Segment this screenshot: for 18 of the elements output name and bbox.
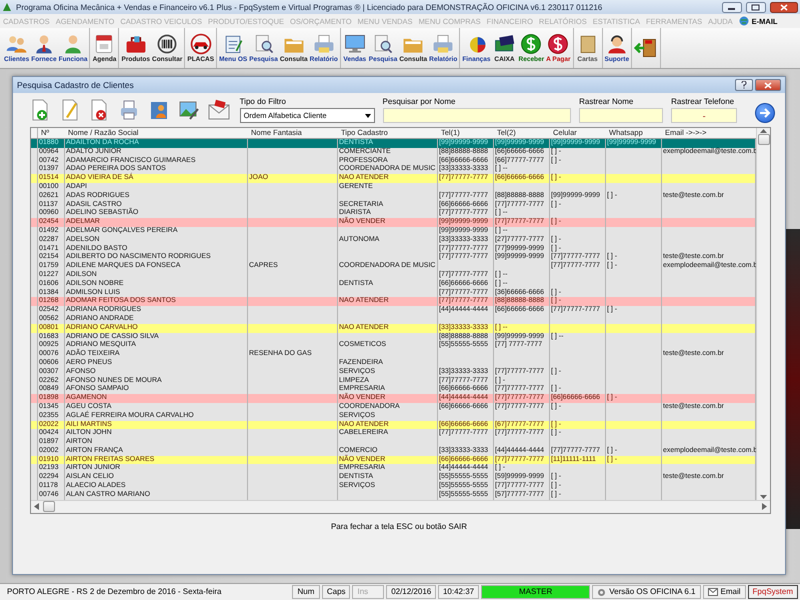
status-text: PORTO ALEGRE - RS 2 de Dezembro de 2016 - Sexta-feira [6,586,222,598]
status-text: Caps [322,585,350,599]
field-label: Rastrear Telefone [671,97,736,106]
status-text: FpqSystem [748,585,798,599]
status-text: Ins [352,585,384,599]
hint-text: Para fechar a tela ESC ou botão SAIR [330,522,468,531]
track-phone-field[interactable]: - [671,108,738,123]
window-title: Programa Oficina Mecânica + Vendas e Financeiro v6.1 Plus - FpqSystem e Virtual Programas ® | Licenciado para DEMONSTRAÇÃO OFICINA v6.1 230117 011216 [16,2,604,12]
field-label: Rastrear Nome [579,97,634,106]
field-label: Pesquisar por Nome [382,97,456,106]
status-text: Versão OS OFICINA 6.1 [592,585,701,599]
status-text: MASTER [480,585,590,599]
field-label: Tipo do Filtro [240,97,287,106]
status-text: 02/12/2016 [386,585,436,599]
status-text: 10:42:37 [438,585,479,599]
status-text: Num [292,585,320,599]
status-text: Email [702,585,746,599]
dialog-title: Pesquisa Cadastro de Clientes [17,80,135,90]
